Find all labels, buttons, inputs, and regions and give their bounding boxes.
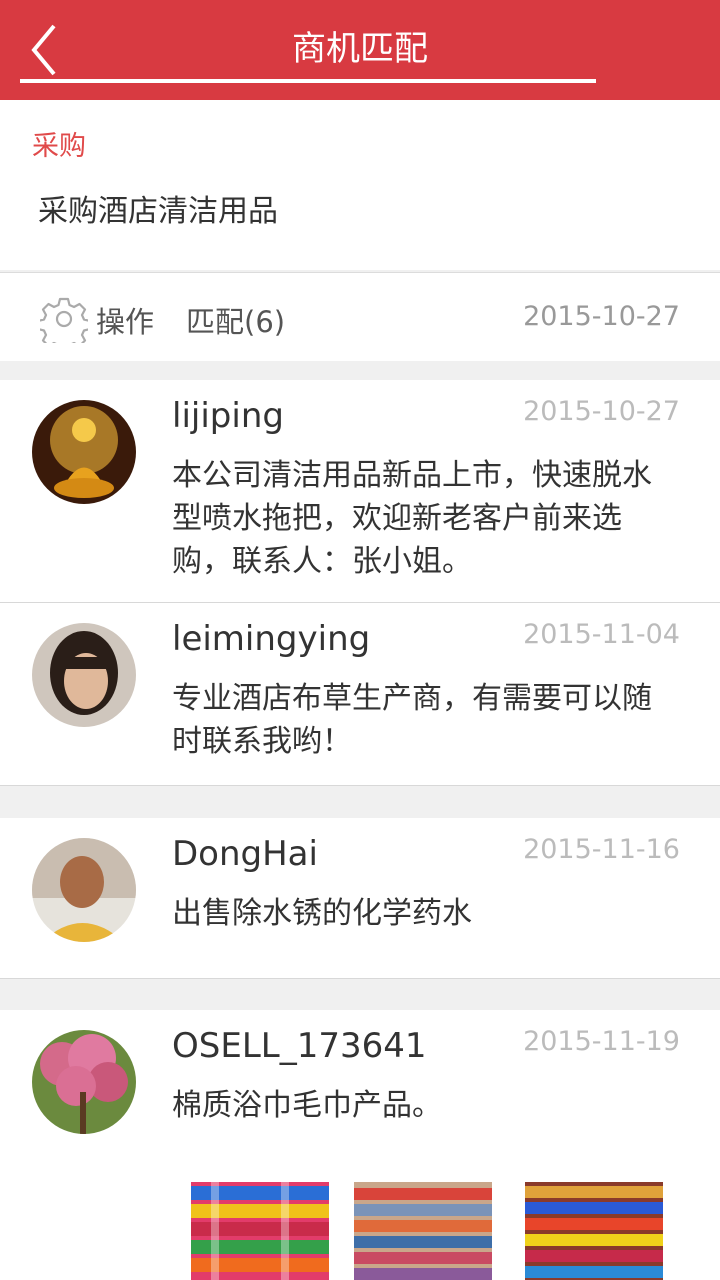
product-thumbnail[interactable] [191, 1182, 329, 1280]
buddha-avatar-image [32, 400, 136, 504]
person-avatar-image [32, 838, 136, 942]
request-tag: 采购 [32, 131, 86, 162]
match-message: 出售除水锈的化学药水 [172, 896, 472, 931]
title-underline [20, 79, 596, 83]
user-name: DongHai [172, 834, 318, 874]
towel-stack-image [191, 1182, 329, 1280]
match-count-button[interactable]: 匹配(6) [186, 299, 285, 341]
operate-button[interactable]: 操作 [96, 299, 154, 341]
match-date: 2015-11-04 [523, 619, 680, 650]
page-title: 商机匹配 [292, 29, 428, 69]
avatar[interactable] [32, 400, 136, 504]
product-thumbnail[interactable] [525, 1182, 663, 1280]
match-message: 本公司清洁用品新品上市，快速脱水型喷水拖把，欢迎新老客户前来选购，联系人：张小姐… [172, 458, 652, 579]
request-date: 2015-10-27 [523, 301, 680, 332]
operations-bar: 操作 匹配(6) 2015-10-27 [0, 272, 720, 361]
tree-avatar-image [32, 1030, 136, 1134]
towel-stack-image [525, 1182, 663, 1280]
avatar[interactable] [32, 1030, 136, 1134]
product-thumbnail[interactable] [354, 1182, 492, 1280]
divider [0, 785, 720, 786]
woman-avatar-image [32, 623, 136, 727]
user-name: lijiping [172, 396, 284, 436]
request-card: 采购 采购酒店清洁用品 [0, 100, 720, 270]
request-description: 采购酒店清洁用品 [38, 194, 278, 229]
top-bar: 商机匹配 [0, 0, 720, 100]
list-item[interactable]: leimingying 2015-11-04 专业酒店布草生产商，有需要可以随时… [0, 603, 720, 785]
user-name: OSELL_173641 [172, 1026, 427, 1066]
match-date: 2015-11-16 [523, 834, 680, 865]
list-item[interactable]: DongHai 2015-11-16 出售除水锈的化学药水 [0, 818, 720, 978]
list-item[interactable]: lijiping 2015-10-27 本公司清洁用品新品上市，快速脱水型喷水拖… [0, 380, 720, 602]
avatar[interactable] [32, 623, 136, 727]
match-message: 专业酒店布草生产商，有需要可以随时联系我哟！ [172, 681, 652, 759]
avatar[interactable] [32, 838, 136, 942]
towel-stack-image [354, 1182, 492, 1280]
divider [0, 978, 720, 979]
match-date: 2015-10-27 [523, 396, 680, 427]
user-name: leimingying [172, 619, 371, 659]
match-message: 棉质浴巾毛巾产品。 [172, 1088, 442, 1123]
match-date: 2015-11-19 [523, 1026, 680, 1057]
gear-icon[interactable] [40, 295, 88, 343]
